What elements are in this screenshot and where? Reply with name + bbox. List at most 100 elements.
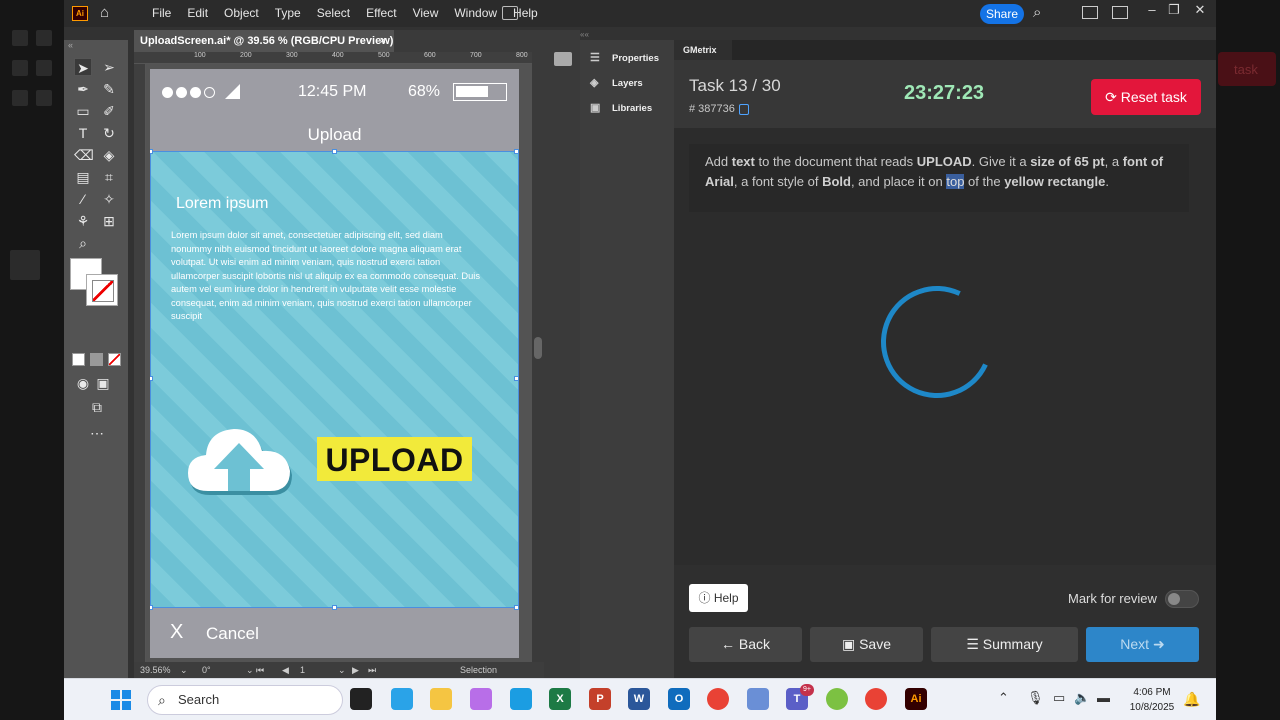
menu-object[interactable]: Object [216,6,267,20]
color-mode-icon[interactable] [72,353,85,366]
artboard-first-icon[interactable]: ⏮ [256,665,264,676]
properties-panel-tab[interactable]: ☰ Properties [590,50,670,68]
artboard-last-icon[interactable]: ⏭ [368,665,376,676]
workspace-icon[interactable] [1082,6,1098,19]
restore-icon[interactable]: ❐ [1164,2,1184,18]
copilot-icon[interactable] [470,688,492,710]
mesh-tool-icon[interactable]: ⌗ [100,168,118,186]
show-hidden-icons-icon[interactable]: ⌃ [998,690,1009,706]
outlook-icon[interactable]: O [668,688,690,710]
selection-handle[interactable] [514,605,519,610]
menu-file[interactable]: File [144,6,179,20]
artboard-number[interactable]: 1 [300,665,305,675]
cancel-bar[interactable]: X Cancel [150,607,519,658]
selection-handle[interactable] [332,605,337,610]
panel-collapse-icon[interactable]: « [68,40,124,54]
rectangle-tool-icon[interactable]: ▭ [74,102,92,120]
selection-handle[interactable] [150,149,153,154]
copy-icon[interactable] [738,103,749,115]
rotate-tool-icon[interactable]: ↻ [100,124,118,142]
widgets-icon[interactable] [391,688,413,710]
menu-type[interactable]: Type [267,6,309,20]
edge-icon[interactable] [510,688,532,710]
file-explorer-icon[interactable] [430,688,452,710]
layers-panel-tab[interactable]: ◈ Layers [590,75,670,93]
menu-window[interactable]: Window [446,6,505,20]
snipping-tool-icon[interactable] [747,688,769,710]
more-tools-icon[interactable]: ⋯ [88,424,106,442]
selection-handle[interactable] [332,149,337,154]
scroll-thumb[interactable] [534,337,542,359]
gradient-mode-icon[interactable] [90,353,103,366]
mark-for-review-toggle[interactable] [1165,590,1199,608]
selection-handle[interactable] [150,376,153,381]
illustrator-taskbar-icon[interactable]: Ai [905,688,927,710]
screen-mode-icon[interactable]: ▣ [94,374,112,392]
start-icon[interactable] [111,690,131,710]
cancel-label[interactable]: Cancel [206,624,259,644]
excel-icon[interactable]: X [549,688,571,710]
content-area[interactable]: Lorem ipsum Lorem ipsum dolor sit amet, … [150,151,519,607]
display-icon[interactable]: ▭ [1053,690,1065,706]
yellow-rectangle-upload[interactable]: UPLOAD [317,437,472,481]
artboard-prev-icon[interactable]: ◀ [282,665,289,676]
chrome-icon[interactable] [707,688,729,710]
document-tab[interactable]: UploadScreen.ai* @ 39.56 % (RGB/CPU Prev… [134,30,394,52]
direct-selection-tool-icon[interactable]: ➢ [100,58,118,76]
close-window-icon[interactable]: ✕ [1190,2,1210,18]
zoom-level[interactable]: 39.56% [140,665,171,675]
curvature-tool-icon[interactable]: ✎ [100,80,118,98]
lorem-heading[interactable]: Lorem ipsum [176,195,268,213]
lorem-paragraph[interactable]: Lorem ipsum dolor sit amet, consectetuer… [171,229,485,324]
selection-handle[interactable] [514,376,519,381]
type-tool-icon[interactable]: T [74,124,92,142]
reset-task-button[interactable]: ⟳ Reset task [1091,79,1201,115]
word-icon[interactable]: W [628,688,650,710]
selection-handle[interactable] [150,605,153,610]
share-button[interactable]: Share [980,4,1024,24]
minimize-icon[interactable]: – [1142,2,1162,17]
powerpoint-icon[interactable]: P [589,688,611,710]
battery-tray-icon[interactable]: ▬ [1097,690,1110,705]
next-button[interactable]: Next ➜ [1086,627,1199,662]
help-button[interactable]: ⓘ Help [689,584,748,612]
menu-edit[interactable]: Edit [179,6,216,20]
artboard-next-icon[interactable]: ▶ [352,665,359,676]
menu-effect[interactable]: Effect [358,6,404,20]
menu-select[interactable]: Select [309,6,358,20]
selection-tool-icon[interactable]: ➤ [74,58,92,76]
task-view-icon[interactable] [350,688,372,710]
artboard-dropdown-icon[interactable]: ⌄ [338,665,346,676]
symbol-sprayer-tool-icon[interactable]: ⚘ [74,212,92,230]
chrome-profile-icon[interactable] [865,688,887,710]
rotation-dropdown-icon[interactable]: ⌄ [246,665,254,676]
eyedropper-tool-icon[interactable]: ⁄ [74,190,92,208]
summary-button[interactable]: ☰ Summary [931,627,1078,662]
panel-dock-handle[interactable]: «« [580,30,674,40]
taskbar-search[interactable]: ⌕ Search [147,685,343,715]
selection-handle[interactable] [514,149,519,154]
home-icon[interactable]: ⌂ [100,5,118,21]
arrange-documents-icon[interactable] [502,6,518,20]
rotation-value[interactable]: 0° [202,665,211,675]
comments-icon[interactable] [554,52,572,66]
back-button[interactable]: ← Back [689,627,802,662]
gmetrix-tab[interactable]: GMetrix [674,40,732,60]
eraser-tool-icon[interactable]: ⌫ [74,146,94,164]
stroke-swatch[interactable] [86,274,118,306]
close-document-icon[interactable]: × [380,30,386,52]
gradient-tool-icon[interactable]: ▤ [74,168,92,186]
blend-tool-icon[interactable]: ✧ [100,190,118,208]
cloud-upload-icon[interactable] [186,421,292,497]
pen-tool-icon[interactable]: ✒ [74,80,92,98]
taskbar-clock[interactable]: 4:06 PM 10/8/2025 [1127,685,1177,715]
search-icon[interactable]: ⌕ [1033,4,1041,21]
shape-builder-tool-icon[interactable]: ◈ [100,146,118,164]
draw-mode-icon[interactable]: ◉ [74,374,92,392]
microphone-icon[interactable]: 🎙 [1027,690,1044,706]
cancel-x-icon[interactable]: X [170,621,183,644]
change-screen-mode-icon[interactable]: ⧉ [88,398,106,416]
paintbrush-tool-icon[interactable]: ✐ [100,102,118,120]
volume-icon[interactable]: 🔈 [1074,690,1090,706]
menu-view[interactable]: View [405,6,447,20]
